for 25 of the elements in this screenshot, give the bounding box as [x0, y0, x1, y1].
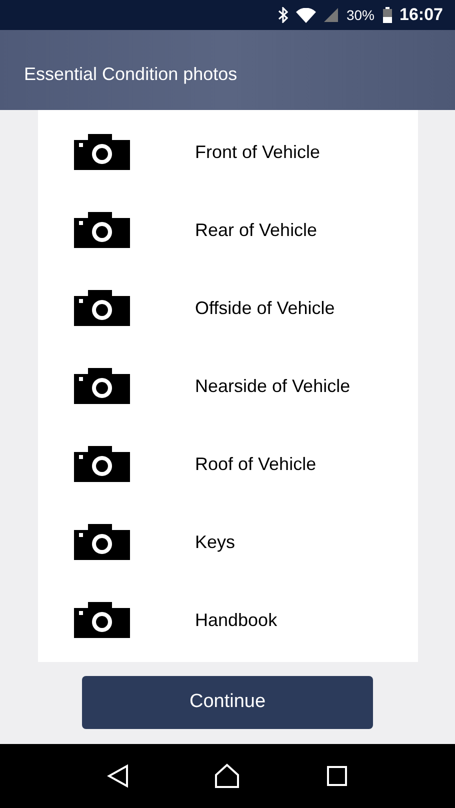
signal-icon: [324, 8, 338, 22]
photo-item[interactable]: Nearside of Vehicle: [38, 347, 418, 425]
battery-percent: 30%: [346, 6, 375, 24]
photo-item[interactable]: Front of Vehicle: [38, 113, 418, 191]
battery-icon: [382, 7, 392, 23]
photo-item[interactable]: Keys: [38, 503, 418, 581]
photo-item[interactable]: Rear of Vehicle: [38, 191, 418, 269]
clock: 16:07: [400, 4, 443, 26]
bluetooth-icon: [278, 7, 288, 23]
back-icon[interactable]: [106, 764, 129, 788]
camera-icon: [74, 368, 130, 404]
recents-icon[interactable]: [326, 765, 348, 787]
camera-icon: [74, 524, 130, 560]
camera-icon: [74, 446, 130, 482]
camera-icon: [74, 602, 130, 638]
screen-title: Essential Condition photos: [24, 62, 238, 86]
home-icon[interactable]: [214, 763, 240, 789]
camera-icon: [74, 134, 130, 170]
camera-icon: [74, 212, 130, 248]
continue-button[interactable]: Continue: [82, 676, 373, 729]
camera-icon: [74, 290, 130, 326]
wifi-icon: [296, 8, 316, 22]
photo-item[interactable]: Roof of Vehicle: [38, 425, 418, 503]
photo-item[interactable]: Handbook: [38, 581, 418, 659]
photo-item[interactable]: Offside of Vehicle: [38, 269, 418, 347]
